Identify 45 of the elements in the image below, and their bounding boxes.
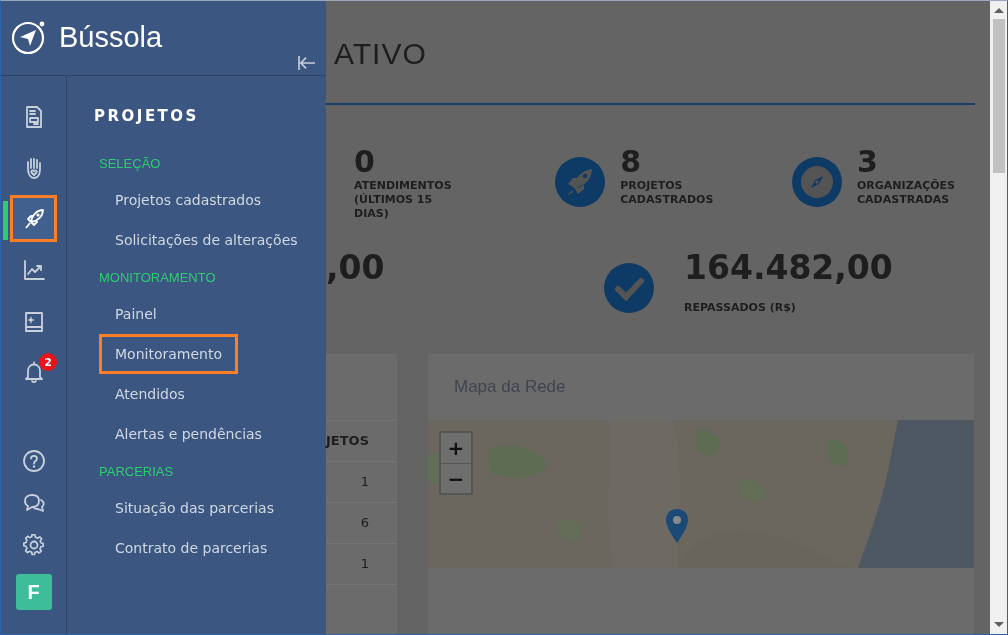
scroll-up-icon[interactable] bbox=[993, 7, 1004, 13]
menu-item[interactable]: Situação das parcerias bbox=[99, 488, 290, 528]
stat-label: REPASSADOS (R$) bbox=[684, 301, 797, 315]
logo-icon bbox=[11, 19, 47, 55]
stat-value: 8 bbox=[620, 145, 643, 179]
menu-item[interactable]: Projetos cadastrados bbox=[99, 180, 278, 220]
settings-icon[interactable] bbox=[21, 533, 46, 557]
section-heading: MONITORAMENTO bbox=[99, 269, 216, 287]
scrollbar-thumb[interactable] bbox=[992, 19, 1005, 173]
table-cell: 1 bbox=[326, 544, 397, 585]
scrollbar[interactable] bbox=[990, 1, 1007, 634]
stat-label: ATENDIMENTOS (ÚLTIMOS 15 DIAS) bbox=[354, 179, 453, 221]
check-icon bbox=[604, 263, 654, 313]
stat-value: ,00 bbox=[326, 249, 385, 287]
section-heading: PARCERIAS bbox=[99, 463, 174, 481]
brand-name: Bússola bbox=[59, 21, 163, 54]
nav-button[interactable] bbox=[10, 195, 57, 242]
column-header: JETOS bbox=[326, 421, 397, 462]
table-cell: 6 bbox=[326, 503, 397, 544]
notification-badge: 2 bbox=[39, 353, 57, 371]
section-heading: SELEÇÃO bbox=[99, 155, 161, 173]
stat-value: 3 bbox=[857, 145, 879, 179]
rocket-icon bbox=[555, 157, 606, 207]
collapse-icon[interactable] bbox=[297, 55, 317, 71]
menu-item[interactable]: Painel bbox=[99, 294, 173, 334]
zoom-out-button[interactable]: − bbox=[441, 463, 471, 493]
menu-item[interactable]: Solicitações de alterações bbox=[99, 220, 314, 260]
stat-label: PROJETOS CADASTRADOS bbox=[620, 179, 715, 207]
menu-item[interactable]: Atendidos bbox=[99, 374, 201, 414]
scroll-down-icon[interactable] bbox=[993, 622, 1004, 628]
table-cell: 1 bbox=[326, 462, 397, 503]
help-icon[interactable] bbox=[21, 449, 46, 473]
chat-icon[interactable] bbox=[21, 491, 46, 515]
compass-icon bbox=[792, 157, 842, 207]
stat-value: 0 bbox=[354, 145, 376, 179]
stat-label: ORGANIZAÇÕES CADASTRADAS bbox=[857, 179, 956, 207]
stat-value: 164.482,00 bbox=[684, 249, 893, 287]
chart-icon bbox=[21, 257, 46, 282]
menu-item[interactable]: Contrato de parcerias bbox=[99, 528, 284, 568]
menu-item[interactable]: Monitoramento bbox=[99, 334, 238, 374]
nav-button[interactable]: 2 bbox=[10, 348, 57, 395]
page-title: ATIVO bbox=[334, 37, 427, 71]
menu-title: PROJETOS bbox=[94, 106, 199, 126]
menu-item[interactable]: Alertas e pendências bbox=[99, 414, 278, 454]
map-pin-icon[interactable] bbox=[665, 508, 689, 544]
